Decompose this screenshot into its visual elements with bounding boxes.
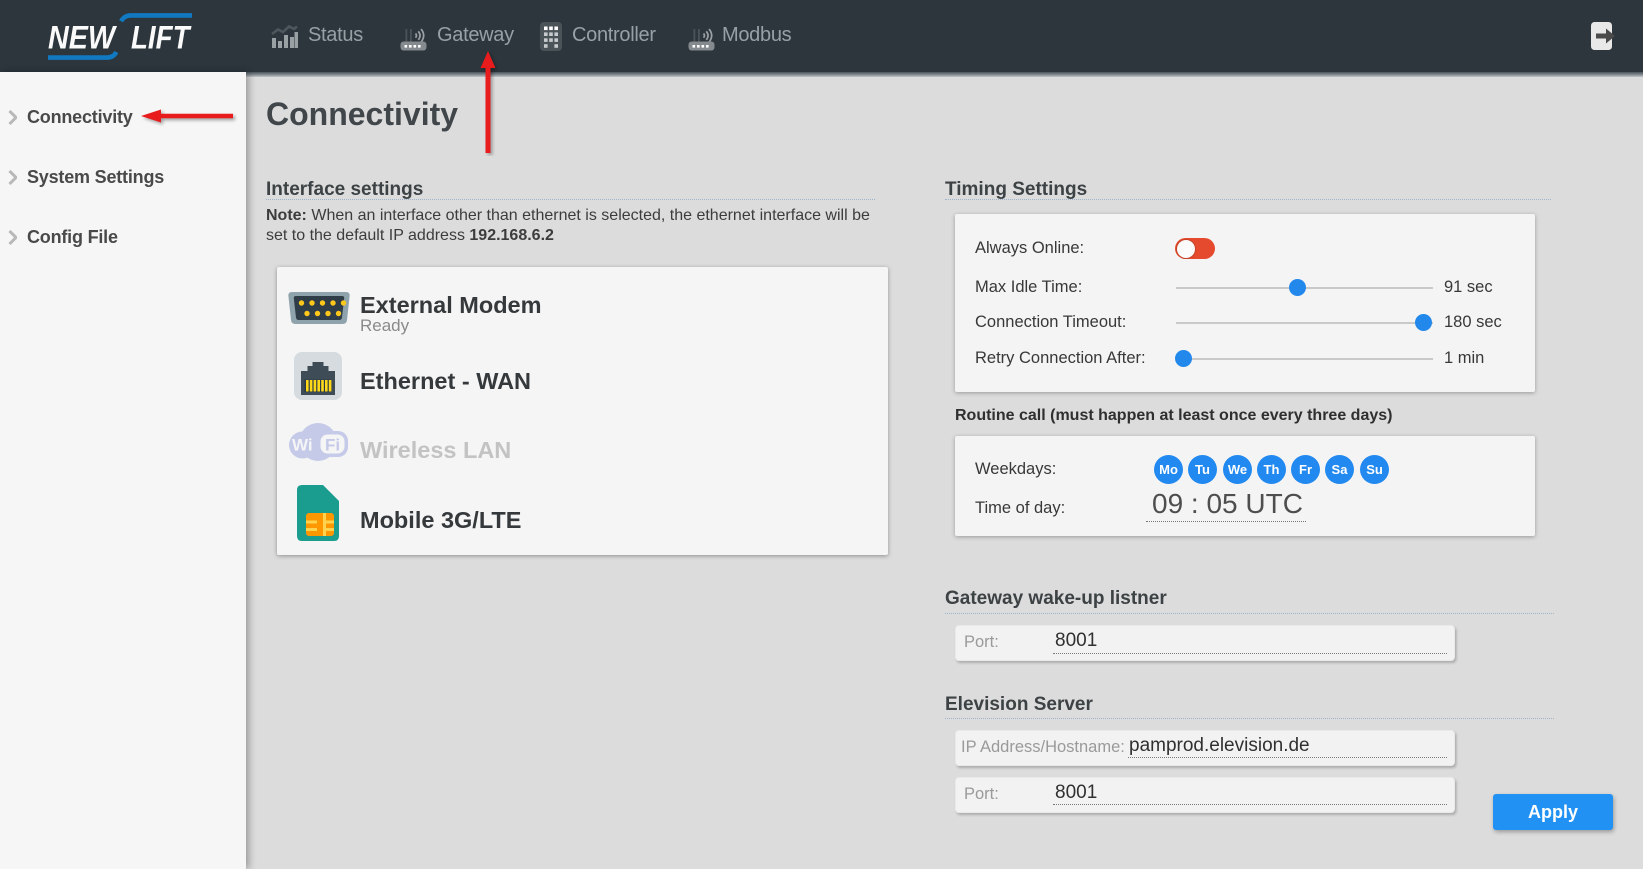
svg-text:LIFT: LIFT (131, 19, 192, 55)
svg-text:Fi: Fi (325, 436, 340, 455)
svg-text:NEW: NEW (48, 19, 118, 55)
svg-text:Wi: Wi (292, 436, 313, 455)
